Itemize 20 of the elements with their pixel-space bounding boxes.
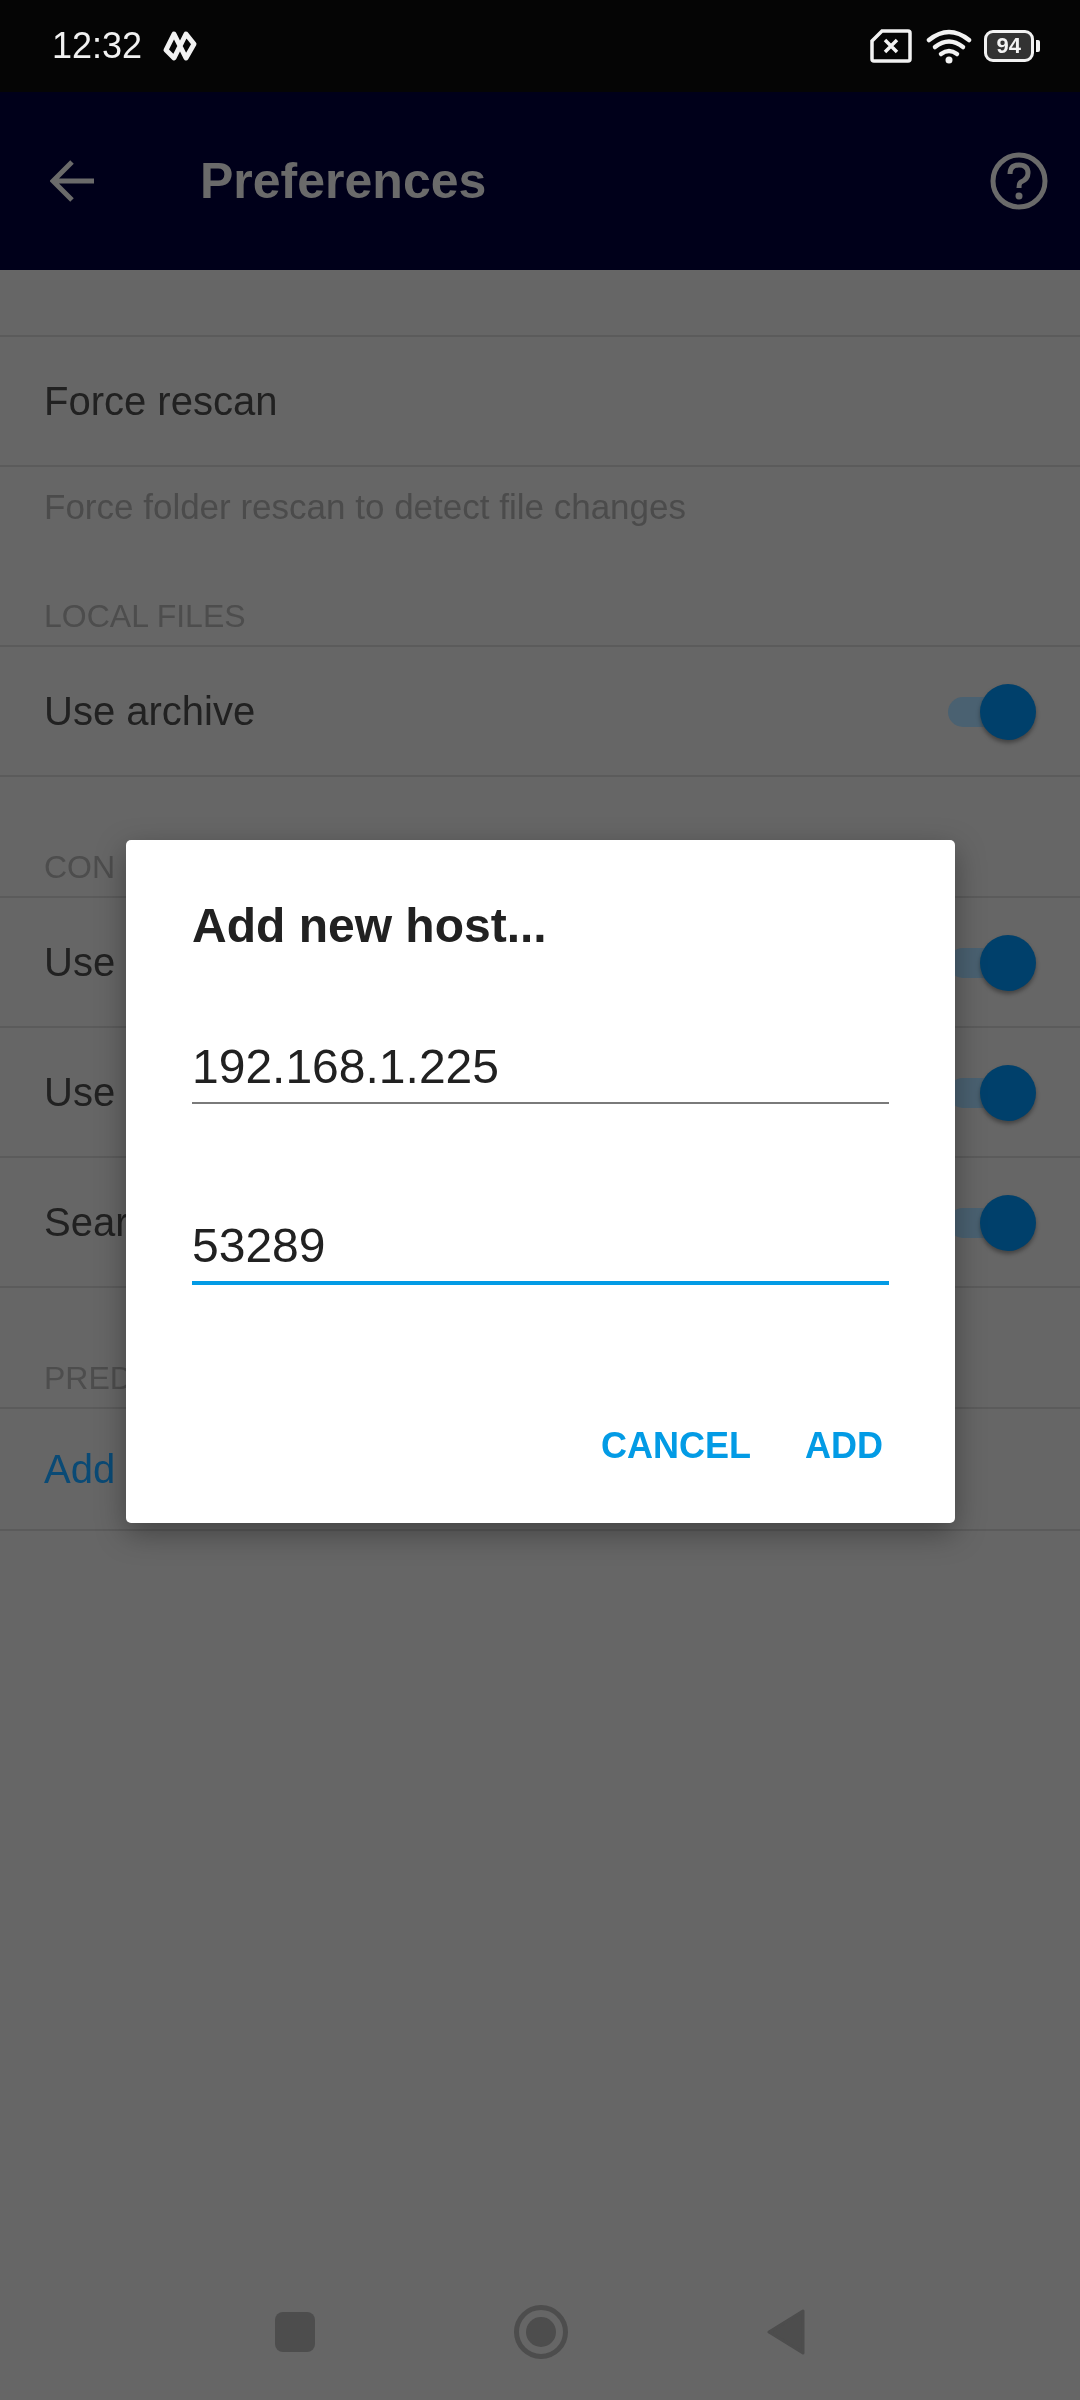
cancel-button[interactable]: CANCEL (585, 1411, 767, 1481)
battery-icon: 94 (983, 30, 1034, 62)
toggle-switch[interactable] (948, 683, 1036, 739)
back-arrow-icon[interactable] (50, 159, 96, 203)
dialog-title: Add new host... (192, 898, 548, 953)
preference-title: Use (44, 1069, 116, 1115)
add-button[interactable]: ADD (789, 1411, 899, 1481)
screen-title: Preferences (200, 152, 488, 210)
wifi-icon (925, 28, 972, 64)
clock-time: 12:32 (52, 25, 143, 67)
preference-title[interactable]: Force rescan (44, 378, 278, 424)
input-field[interactable]: 53289 (192, 1218, 889, 1285)
activity-icon (162, 30, 199, 62)
no-sim-icon (869, 29, 912, 63)
preference-title: Sear (44, 1199, 129, 1245)
help-icon[interactable] (990, 152, 1048, 210)
input-field[interactable]: 192.168.1.225 (192, 1039, 889, 1104)
preference-title: Use archive (44, 688, 256, 734)
add-link[interactable]: Add (44, 1446, 116, 1492)
preference-title: Use (44, 939, 116, 985)
